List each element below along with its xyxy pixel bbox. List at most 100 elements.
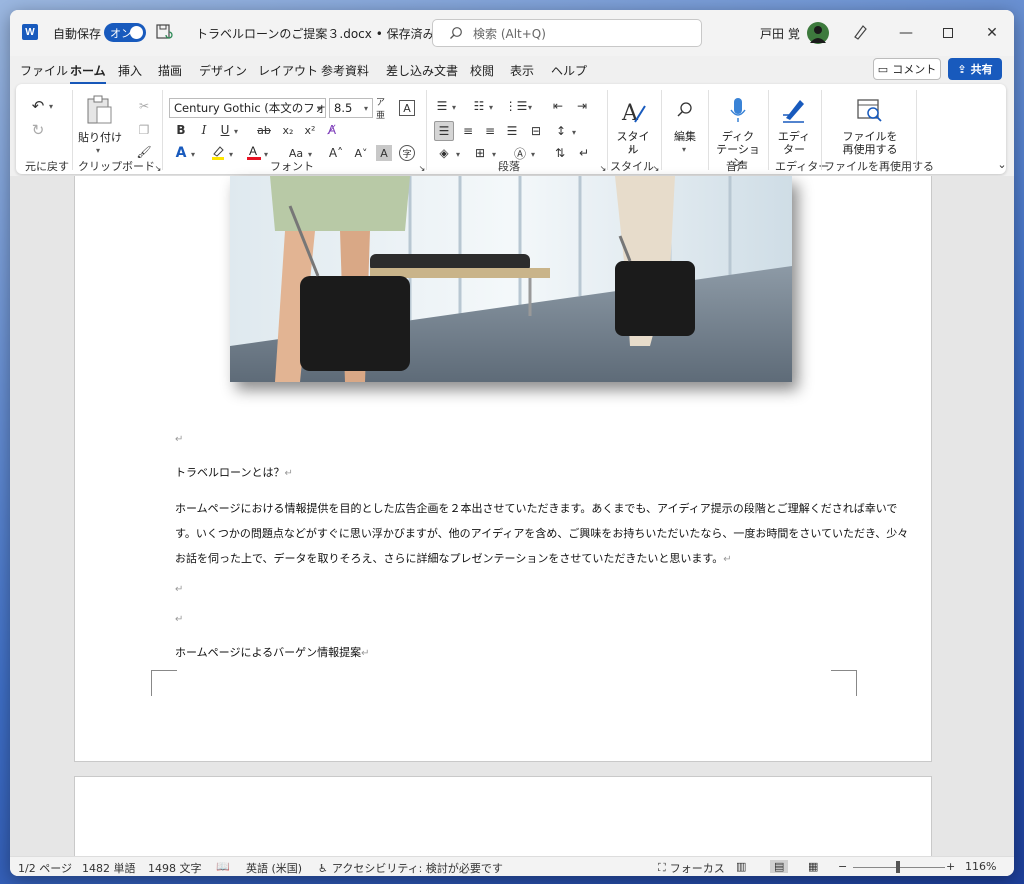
paste-button[interactable] — [84, 94, 116, 128]
underline-button[interactable]: U — [217, 122, 233, 138]
multilevel-list-icon[interactable]: ⋮☰ — [505, 98, 528, 114]
document-canvas[interactable]: ↵ トラベルローンとは？↵ ホームページにおける情報提供を目的とした広告企画を２… — [10, 176, 1014, 866]
editor-button[interactable] — [780, 96, 808, 124]
align-left-button[interactable]: ☰ — [434, 121, 454, 141]
increase-indent-icon[interactable]: ⇥ — [574, 98, 590, 114]
line-spacing-icon[interactable]: ↕ — [553, 123, 569, 139]
tab-references[interactable]: 参考資料 — [321, 62, 369, 79]
shrink-font-button[interactable]: A˅ — [351, 145, 371, 161]
shading-dropdown-icon[interactable]: ▾ — [456, 150, 460, 159]
bullets-dropdown-icon[interactable]: ▾ — [452, 103, 456, 112]
proofing-icon[interactable]: 📖 — [216, 860, 230, 873]
body-line[interactable]: す。いくつかの問題点などがすぐに思い浮かびますが、他のアイディアを含め、ご興味を… — [175, 525, 908, 541]
align-center-button[interactable]: ≡ — [460, 123, 476, 139]
sort-icon[interactable]: ⇅ — [552, 145, 568, 161]
justify-button[interactable]: ☰ — [504, 123, 520, 139]
document-title[interactable]: トラベルローンのご提案３.docx • 保存済み ▾ — [196, 25, 445, 42]
undo-icon[interactable]: ↶ — [30, 97, 46, 115]
decrease-indent-icon[interactable]: ⇤ — [550, 98, 566, 114]
zoom-in-button[interactable]: + — [946, 860, 955, 873]
text-effects-dropdown-icon[interactable]: ▾ — [191, 150, 195, 159]
font-launcher-icon[interactable]: ↘ — [414, 160, 430, 176]
share-button[interactable]: ⇪ 共有 — [948, 58, 1002, 80]
styles-dropdown-icon[interactable]: ▾ — [629, 145, 633, 154]
autosave-toggle[interactable]: オン — [104, 23, 146, 42]
font-name-dropdown-icon[interactable]: ▾ — [317, 104, 321, 113]
dictation-button[interactable] — [729, 96, 747, 124]
undo-dropdown-icon[interactable]: ▾ — [49, 102, 53, 111]
character-border-icon[interactable]: A — [399, 100, 415, 116]
designer-pen-icon[interactable] — [851, 23, 869, 41]
tab-mailings[interactable]: 差し込み文書 — [386, 62, 458, 79]
tab-view[interactable]: 表示 — [510, 62, 534, 79]
close-button[interactable]: ✕ — [972, 20, 1012, 46]
collapse-ribbon-icon[interactable]: ⌄ — [994, 156, 1010, 172]
page-2[interactable] — [74, 776, 932, 866]
asian-layout-dropdown-icon[interactable]: ▾ — [531, 150, 535, 159]
paragraph-launcher-icon[interactable]: ↘ — [595, 160, 611, 176]
tab-draw[interactable]: 描画 — [158, 62, 182, 79]
align-right-button[interactable]: ≡ — [482, 123, 498, 139]
focus-button[interactable]: ⛶ フォーカス — [658, 860, 725, 876]
search-box[interactable]: 検索 (Alt+Q) — [432, 19, 702, 47]
print-layout-icon[interactable]: ▤ — [770, 860, 789, 873]
tab-home[interactable]: ホーム — [70, 62, 106, 84]
accessibility-status[interactable]: ♿ アクセシビリティ: 検討が必要です — [318, 860, 503, 876]
maximize-button[interactable] — [928, 20, 968, 46]
heading-paragraph[interactable]: ホームページによるバーゲン情報提案↵ — [175, 644, 370, 660]
word-count[interactable]: 1482 単語 — [82, 860, 136, 876]
redo-icon[interactable]: ↻ — [30, 121, 46, 139]
grow-font-button[interactable]: A˄ — [326, 145, 346, 161]
comment-button[interactable]: ▭ コメント — [873, 58, 941, 80]
numbering-dropdown-icon[interactable]: ▾ — [489, 103, 493, 112]
styles-button[interactable]: A — [619, 98, 649, 128]
editing-button[interactable] — [676, 101, 694, 119]
subscript-button[interactable]: x₂ — [280, 122, 296, 138]
read-mode-icon[interactable]: ▥ — [736, 860, 746, 873]
tab-file[interactable]: ファイル — [20, 62, 68, 79]
char-count[interactable]: 1498 文字 — [148, 860, 202, 876]
cut-icon[interactable]: ✂ — [136, 98, 152, 114]
save-sync-icon[interactable] — [155, 23, 173, 41]
web-layout-icon[interactable]: ▦ — [808, 860, 818, 873]
phonetic-guide-icon[interactable]: ア亜 — [376, 98, 392, 121]
bullets-icon[interactable]: ☰ — [434, 98, 450, 114]
text-effects-icon[interactable]: A — [173, 145, 189, 161]
multilevel-dropdown-icon[interactable]: ▾ — [528, 103, 532, 112]
distributed-button[interactable]: ⊟ — [528, 123, 544, 139]
tab-layout[interactable]: レイアウト — [258, 62, 318, 79]
heading-paragraph[interactable]: トラベルローンとは？↵ — [175, 464, 293, 480]
tab-insert[interactable]: 挿入 — [118, 62, 142, 79]
copy-icon[interactable]: ❐ — [136, 122, 152, 138]
tab-review[interactable]: 校閲 — [470, 62, 494, 79]
body-line[interactable]: お話を伺った上で、データを取りそろえ、さらに詳細なプレゼンテーションをさせていた… — [175, 550, 732, 566]
avatar[interactable] — [807, 22, 829, 44]
font-color-dropdown-icon[interactable]: ▾ — [264, 150, 268, 159]
shading-icon[interactable]: ◈ — [436, 145, 452, 161]
strikethrough-button[interactable]: ab — [256, 122, 272, 138]
zoom-slider-thumb[interactable] — [896, 861, 900, 873]
highlight-icon[interactable] — [210, 144, 226, 160]
font-color-icon[interactable]: A — [246, 144, 262, 160]
zoom-level[interactable]: 116% — [965, 860, 996, 873]
clear-formatting-icon[interactable]: A̸ — [324, 122, 340, 138]
font-size-dropdown-icon[interactable]: ▾ — [364, 104, 368, 113]
numbering-icon[interactable]: ☷ — [471, 98, 487, 114]
page-count[interactable]: 1/2 ページ — [18, 860, 72, 876]
character-shading-icon[interactable]: A — [376, 145, 392, 161]
superscript-button[interactable]: x² — [302, 122, 318, 138]
tab-design[interactable]: デザイン — [199, 62, 247, 79]
body-line[interactable]: ホームページにおける情報提供を目的とした広告企画を２本出させていただきます。あく… — [175, 500, 897, 516]
editing-dropdown-icon[interactable]: ▾ — [682, 145, 686, 154]
user-name[interactable]: 戸田 覚 — [760, 25, 800, 42]
tab-help[interactable]: ヘルプ — [551, 62, 587, 79]
borders-dropdown-icon[interactable]: ▾ — [492, 150, 496, 159]
zoom-out-button[interactable]: − — [838, 860, 847, 873]
highlight-dropdown-icon[interactable]: ▾ — [229, 150, 233, 159]
travel-photo[interactable] — [230, 176, 792, 382]
line-spacing-dropdown-icon[interactable]: ▾ — [572, 128, 576, 137]
page-1[interactable]: ↵ トラベルローンとは？↵ ホームページにおける情報提供を目的とした広告企画を２… — [74, 176, 932, 762]
enclose-characters-icon[interactable]: 字 — [399, 145, 415, 161]
borders-icon[interactable]: ⊞ — [472, 145, 488, 161]
italic-button[interactable]: I — [196, 122, 212, 138]
